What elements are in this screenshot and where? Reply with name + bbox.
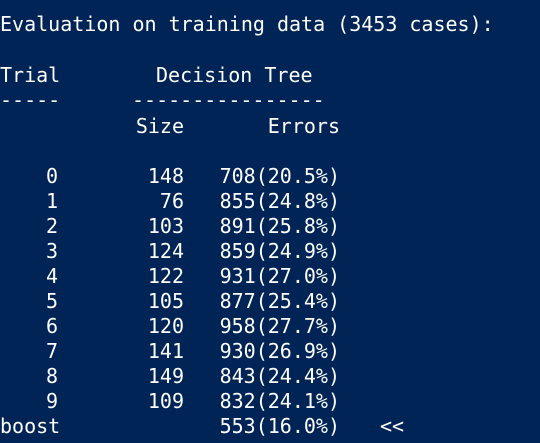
tree-size: 141 [147, 339, 184, 363]
tree-size: 122 [147, 264, 184, 288]
trial-underline: ----- [0, 88, 61, 112]
tree-errors: 843(24.4%) [219, 364, 340, 388]
table-row: 4 122 931(27.0%) [0, 264, 540, 289]
tree-errors: 859(24.9%) [219, 239, 340, 263]
tree-size: 124 [147, 239, 184, 263]
table-row: 3 124 859(24.9%) [0, 239, 540, 264]
tree-errors: 855(24.8%) [219, 189, 340, 213]
decision-tree-column-header: Decision Tree [156, 63, 313, 87]
subcolumn-header-row: Size Errors [0, 114, 540, 139]
table-row: 8 149 843(24.4%) [0, 364, 540, 389]
boost-marker: << [380, 414, 405, 438]
tree-errors: 832(24.1%) [219, 389, 340, 413]
trial-number: 4 [45, 264, 58, 288]
trial-number: 0 [45, 164, 58, 188]
tree-size: 103 [147, 214, 184, 238]
tree-errors: 708(20.5%) [219, 164, 340, 188]
column-header-row: Trial Decision Tree [0, 63, 540, 88]
tree-errors: 931(27.0%) [219, 264, 340, 288]
tree-size: 109 [147, 389, 184, 413]
column-underline-row: ----- ---------------- [0, 88, 540, 113]
boost-row: boost 553(16.0%) << [0, 414, 540, 439]
table-row: 6 120 958(27.7%) [0, 314, 540, 339]
terminal-window[interactable]: Evaluation on training data (3453 cases)… [0, 0, 540, 443]
tree-size: 148 [147, 164, 184, 188]
trial-number: 9 [45, 389, 58, 413]
trial-column-header: Trial [0, 63, 61, 87]
table-row: 5 105 877(25.4%) [0, 289, 540, 314]
trial-number: 6 [45, 314, 58, 338]
table-row: 1 76 855(24.8%) [0, 189, 540, 214]
size-column-header: Size [135, 114, 184, 138]
table-row: 0 148 708(20.5%) [0, 164, 540, 189]
tree-size: 105 [147, 289, 184, 313]
boost-errors: 553(16.0%) [219, 414, 340, 438]
trial-number: 8 [45, 364, 58, 388]
tree-errors: 891(25.8%) [219, 214, 340, 238]
table-row: 2 103 891(25.8%) [0, 214, 540, 239]
tree-errors: 958(27.7%) [219, 314, 340, 338]
trial-number: 7 [45, 339, 58, 363]
tree-size: 149 [147, 364, 184, 388]
trial-number: 2 [45, 214, 58, 238]
table-row: 7 141 930(26.9%) [0, 339, 540, 364]
tree-size: 76 [159, 189, 184, 213]
trial-number: 5 [45, 289, 58, 313]
tree-errors: 877(25.4%) [219, 289, 340, 313]
trial-number: 3 [45, 239, 58, 263]
evaluation-header: Evaluation on training data (3453 cases)… [0, 12, 494, 36]
boost-label: boost [0, 414, 61, 438]
trial-number: 1 [45, 189, 58, 213]
tree-errors: 930(26.9%) [219, 339, 340, 363]
table-row: 9 109 832(24.1%) [0, 389, 540, 414]
decision-tree-underline: ---------------- [132, 88, 325, 112]
tree-size: 120 [147, 314, 184, 338]
errors-column-header: Errors [267, 114, 340, 138]
